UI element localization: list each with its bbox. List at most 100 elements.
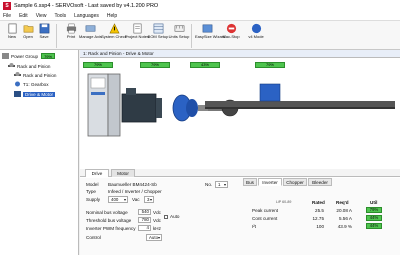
- menu-help[interactable]: Help: [107, 13, 117, 19]
- nominal-bus-unit: Vdc: [153, 210, 161, 215]
- auto-checkbox-box: [164, 214, 168, 219]
- menu-view[interactable]: View: [36, 13, 47, 19]
- wizard-icon: [202, 24, 212, 33]
- drive-motor-icon: [14, 91, 21, 97]
- rack-pinion-icon: [8, 63, 15, 67]
- tree-item-drive-motor[interactable]: Drive & Motor: [14, 90, 56, 98]
- stop-icon: [226, 23, 236, 34]
- auto-label: Auto: [170, 214, 180, 219]
- power-icon: [2, 53, 9, 59]
- model-value: Baumueller BM4424-Sb: [108, 182, 157, 187]
- subtab-chopper[interactable]: Chopper: [283, 178, 307, 186]
- bom-icon: [153, 23, 163, 34]
- main-panel: 1: Rack and Pinion - Drive & Motor 79% 7…: [80, 50, 400, 255]
- threshold-bus-field[interactable]: 780: [138, 217, 151, 223]
- supply-label: Supply: [86, 197, 101, 202]
- tree-label: Rack and Pinion: [23, 72, 57, 78]
- gearbox-image: [172, 94, 210, 122]
- title-bar: S Sample 6.ssp4 - SERVOsoft - Last saved…: [0, 0, 400, 11]
- rated-header: Rated: [312, 200, 325, 205]
- result-row-rated: 100: [316, 224, 324, 229]
- print-icon: [66, 23, 76, 34]
- phase-select[interactable]: 3: [144, 196, 154, 203]
- nominal-bus-field[interactable]: 540: [138, 209, 151, 215]
- easysize-wizard-button[interactable]: EasySize Wizard: [195, 23, 226, 49]
- result-row-reqd: 43.9 %: [337, 224, 352, 229]
- subtab-inverter[interactable]: Inverter: [258, 178, 282, 186]
- app-icon: S: [3, 1, 11, 10]
- menu-bar: File Edit View Tools Languages Help: [0, 11, 400, 21]
- manage-axis-icon: [85, 25, 95, 32]
- motor-image: [121, 88, 162, 123]
- ribbon-separator: [56, 24, 57, 48]
- supply-select[interactable]: 400: [108, 196, 128, 203]
- pwm-label: Inverter PWM frequency: [86, 226, 136, 231]
- new-icon: [8, 23, 16, 34]
- result-row-name: I²t: [252, 224, 257, 229]
- tree-label: T1: Gearbox: [23, 81, 49, 87]
- result-row-reqd: 20.08 A: [336, 208, 352, 213]
- open-icon: [23, 25, 33, 33]
- gearbox-icon: [15, 81, 20, 87]
- auto-checkbox[interactable]: Auto: [164, 214, 179, 219]
- mac-stop-button[interactable]: Mac-Stop: [220, 23, 242, 49]
- subtab-bus[interactable]: Bus: [243, 178, 257, 186]
- system-check-label: System Check: [101, 34, 127, 39]
- menu-file[interactable]: File: [3, 13, 11, 19]
- status-badge: 44%: [366, 223, 382, 229]
- tree-item-rack-pinion-load[interactable]: Rack and Pinion: [14, 71, 56, 79]
- window-title: Sample 6.ssp4 - SERVOsoft - Last saved b…: [14, 2, 159, 9]
- number-label: No.: [205, 182, 213, 187]
- units-setup-button[interactable]: Units Setup: [168, 23, 190, 49]
- mode-icon: [251, 23, 261, 34]
- menu-edit[interactable]: Edit: [19, 13, 28, 19]
- threshold-bus-label: Threshold bus voltage: [86, 218, 132, 223]
- rack-image: [205, 101, 395, 109]
- threshold-bus-unit: Vdc: [153, 218, 161, 223]
- drive-unit-image: [87, 73, 121, 137]
- status-badge: 79%: [41, 53, 56, 59]
- result-row-name: Peak current: [252, 208, 279, 213]
- subtab-bleeder[interactable]: Bleeder: [308, 178, 332, 186]
- drive-settings-form: Model Baumueller BM4424-Sb Type Infeed /…: [80, 178, 400, 255]
- manage-axis-button[interactable]: Manage Axis: [79, 23, 102, 49]
- control-select[interactable]: Auto: [146, 234, 162, 241]
- supply-unit: Vac: [132, 197, 140, 202]
- project-notes-icon: [133, 23, 141, 34]
- bom-setup-button[interactable]: BOM Setup: [147, 23, 169, 49]
- menu-languages[interactable]: Languages: [74, 13, 99, 19]
- mac-stop-label: Mac-Stop: [222, 34, 240, 39]
- tree-label: Drive & Motor: [23, 91, 56, 97]
- system-check-icon: [108, 23, 120, 34]
- easysize-wizard-label: EasySize Wizard: [195, 34, 226, 39]
- tree-item-rack-pinion[interactable]: Rack and Pinion: [8, 62, 50, 70]
- save-icon: [39, 23, 49, 34]
- tree-item-gearbox[interactable]: T1: Gearbox: [14, 80, 49, 88]
- type-value: Infeed / Inverter / Chopper: [108, 189, 162, 194]
- control-label: Control: [86, 235, 101, 240]
- tab-motor[interactable]: Motor: [111, 169, 135, 177]
- menu-tools[interactable]: Tools: [54, 13, 66, 19]
- status-badge: 44%: [366, 215, 382, 221]
- system-check-button[interactable]: System Check: [101, 23, 127, 49]
- manage-axis-label: Manage Axis: [79, 34, 102, 39]
- result-row-reqd: 5.56 A: [338, 216, 352, 221]
- units-setup-label: Units Setup: [168, 34, 190, 39]
- v4-mode-label: v4 Mode: [248, 34, 264, 39]
- v4-mode-button[interactable]: v4 Mode: [245, 23, 267, 49]
- save-label: Save: [39, 34, 49, 39]
- results-hint: LiP 60-89: [276, 200, 292, 204]
- units-icon: [174, 25, 184, 32]
- tab-drive[interactable]: Drive: [85, 169, 109, 177]
- application-window: S Sample 6.ssp4 - SERVOsoft - Last saved…: [0, 0, 400, 255]
- number-select[interactable]: 1: [215, 181, 228, 188]
- ribbon-separator: [191, 24, 192, 48]
- project-notes-label: Project Notes: [125, 34, 150, 39]
- result-row-name: Cont current: [252, 216, 278, 221]
- pwm-field[interactable]: 4: [138, 225, 151, 231]
- util-header: Util: [370, 200, 378, 205]
- tree-label: Rack and Pinion: [17, 63, 51, 69]
- project-notes-button[interactable]: Project Notes: [125, 23, 149, 49]
- save-button[interactable]: Save: [33, 23, 55, 49]
- tree-item-power-group[interactable]: Power Group 79%: [2, 52, 56, 60]
